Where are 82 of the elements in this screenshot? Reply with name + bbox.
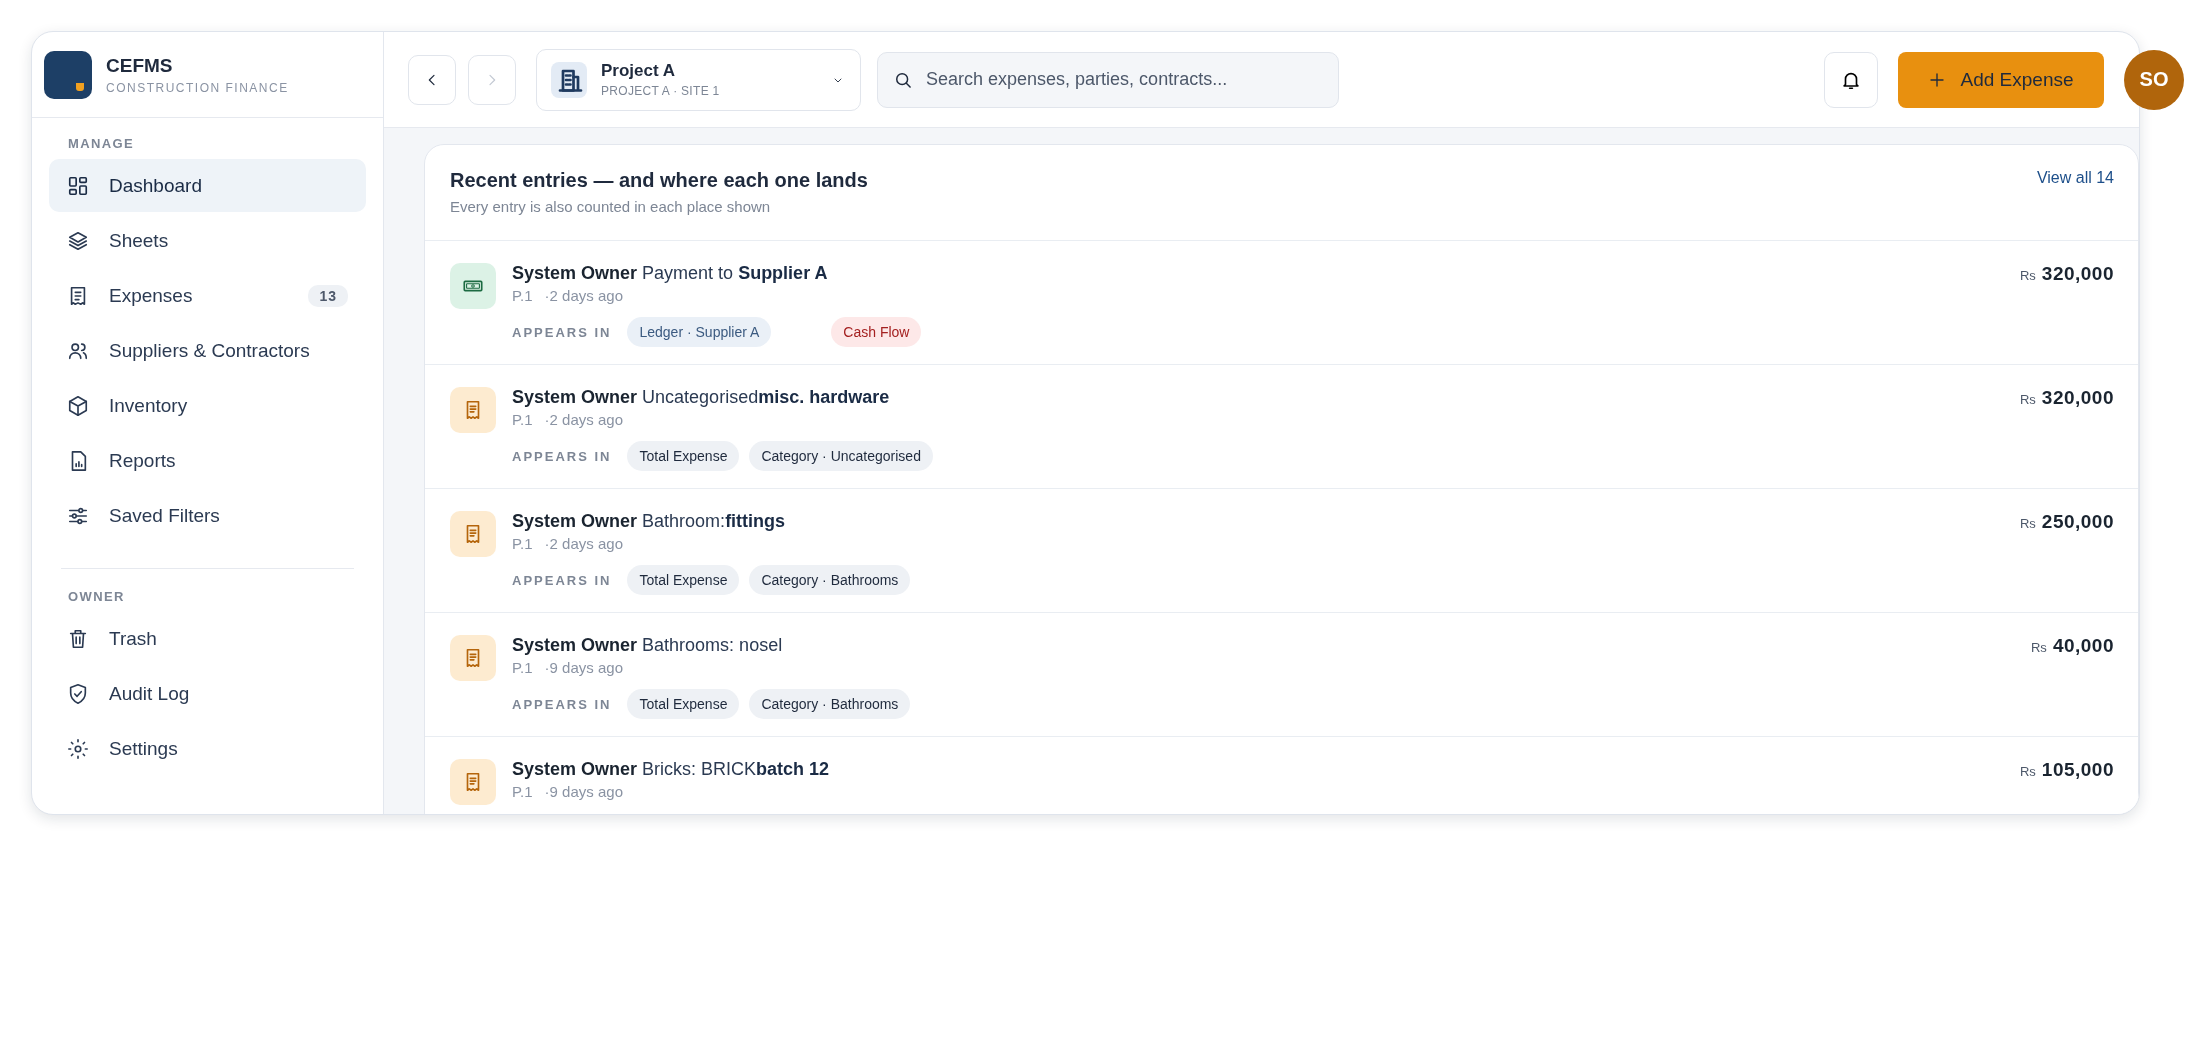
card-subtitle: Every entry is also counted in each place shown: [450, 198, 772, 215]
sidebar-item[interactable]: Inventory: [49, 379, 366, 432]
appears-in-label: APPEARS IN: [512, 696, 612, 712]
entry-row[interactable]: System Owner Bathrooms: nosel P.1 ·9 days ago APPEARS IN Total Expense Category · Bathrooms Rs 40,000: [425, 613, 2138, 737]
sidebar-item-label: Suppliers & Contractors: [109, 339, 311, 362]
trash-icon: [67, 627, 89, 650]
entry-row[interactable]: System Owner Bricks: BRICKbatch 12 P.1 ·9 days ago Rs 105,000: [425, 737, 2138, 814]
notifications-button[interactable]: [1824, 51, 1878, 108]
sidebar-item-label: Expenses: [109, 284, 194, 307]
sidebar-item[interactable]: Settings: [49, 722, 366, 775]
section-heading: OWNER: [67, 589, 126, 606]
page-ref: P.1: [512, 659, 533, 676]
destination-tag: Category · Bathrooms: [749, 565, 911, 595]
entry-row[interactable]: System Owner Uncategorisedmisc. hardware P.1 ·2 days ago APPEARS IN Total Expense Category · Uncategorised Rs 320,000: [425, 365, 2138, 489]
sidebar-item-label: Inventory: [109, 394, 189, 417]
destination-tag: Cash Flow: [831, 317, 922, 347]
sidebar-item-label: Dashboard: [109, 174, 203, 197]
layers-icon: [67, 229, 89, 252]
entry-time: ·2 days ago: [544, 411, 623, 428]
plus-icon: [1928, 70, 1947, 89]
entry-title: System Owner Bricks: BRICKbatch 12: [512, 759, 831, 780]
grid-icon: [67, 174, 89, 197]
destination-tag: Total Expense: [627, 565, 740, 595]
project-selector[interactable]: Project A PROJECT A · SITE 1: [536, 48, 861, 111]
destination-tag: Category · Bathrooms: [749, 689, 911, 719]
add-expense-button[interactable]: Add Expense: [1898, 51, 2104, 108]
count-badge: 13: [308, 284, 348, 307]
app-tagline: CONSTRUCTION FINANCE: [106, 80, 289, 95]
page-ref: P.1: [512, 783, 533, 800]
entry-amount: Rs 320,000: [2019, 263, 2114, 286]
sidebar-item[interactable]: Sheets: [49, 214, 366, 267]
appears-in-label: APPEARS IN: [512, 572, 612, 588]
sidebar-item-label: Settings: [109, 737, 179, 760]
building-icon: [551, 61, 587, 98]
entry-row[interactable]: System Owner Bathroom:fittings P.1 ·2 days ago APPEARS IN Total Expense Category · Bathrooms Rs 250,000: [425, 489, 2138, 613]
entry-title: System Owner Bathrooms: nosel: [512, 635, 784, 656]
entry-time: ·9 days ago: [544, 783, 623, 800]
sidebar-item-label: Trash: [109, 627, 158, 650]
sidebar-item[interactable]: Audit Log: [49, 667, 366, 720]
settings-icon: [67, 737, 89, 760]
section-heading: MANAGE: [67, 136, 136, 153]
user-avatar[interactable]: SO: [2124, 49, 2184, 110]
entry-amount: Rs 105,000: [2019, 759, 2114, 782]
page-ref: P.1: [512, 411, 533, 428]
sidebar-item[interactable]: Saved Filters: [49, 489, 366, 542]
entry-amount: Rs 40,000: [2031, 635, 2114, 658]
sidebar-item-label: Saved Filters: [109, 504, 221, 527]
logo-icon: [44, 50, 92, 99]
box-icon: [67, 394, 89, 417]
sidebar-item[interactable]: Reports: [49, 434, 366, 487]
project-name: Project A: [601, 61, 676, 81]
card-title: Recent entries — and where each one lands: [450, 169, 868, 192]
destination-tag: Total Expense: [627, 689, 740, 719]
destination-tag: Total Expense: [627, 441, 740, 471]
page-ref: P.1: [512, 287, 533, 304]
entry-amount: Rs 250,000: [2019, 511, 2114, 534]
entry-title: System Owner Bathroom:fittings: [512, 511, 787, 532]
destination-tag: Ledger · Supplier A: [627, 317, 772, 347]
entry-amount: Rs 320,000: [2019, 387, 2114, 410]
destination-tag: Category · Uncategorised: [749, 441, 933, 471]
appears-in-label: APPEARS IN: [512, 324, 612, 340]
sidebar-item[interactable]: Expenses 13: [49, 269, 366, 322]
sidebar-item[interactable]: Suppliers & Contractors: [49, 324, 366, 377]
entry-time: ·2 days ago: [544, 287, 623, 304]
back-button[interactable]: [408, 54, 456, 105]
sidebar-item-label: Reports: [109, 449, 177, 472]
sidebar-item-label: Audit Log: [109, 682, 191, 705]
project-site: PROJECT A · SITE 1: [601, 84, 721, 98]
appears-in-label: APPEARS IN: [512, 448, 612, 464]
entry-time: ·2 days ago: [544, 535, 623, 552]
entry-row[interactable]: System Owner Payment to Supplier A P.1 ·2 days ago APPEARS IN Ledger · Supplier A Cash Flow Rs 320,000: [425, 241, 2138, 365]
entry-time: ·9 days ago: [544, 659, 623, 676]
page-ref: P.1: [512, 535, 533, 552]
sidebar-item-label: Sheets: [109, 229, 170, 252]
sidebar-item[interactable]: Trash: [49, 612, 366, 665]
sidebar-item[interactable]: Dashboard: [49, 159, 366, 212]
shield-check-icon: [67, 682, 89, 705]
entry-title: System Owner Payment to Supplier A: [512, 263, 829, 284]
view-all-link[interactable]: View all 14: [2036, 169, 2114, 189]
app-name: CEFMS: [106, 54, 174, 77]
search-field[interactable]: Search expenses, parties, contracts...: [877, 51, 1339, 108]
entry-title: System Owner Uncategorisedmisc. hardware: [512, 387, 891, 408]
